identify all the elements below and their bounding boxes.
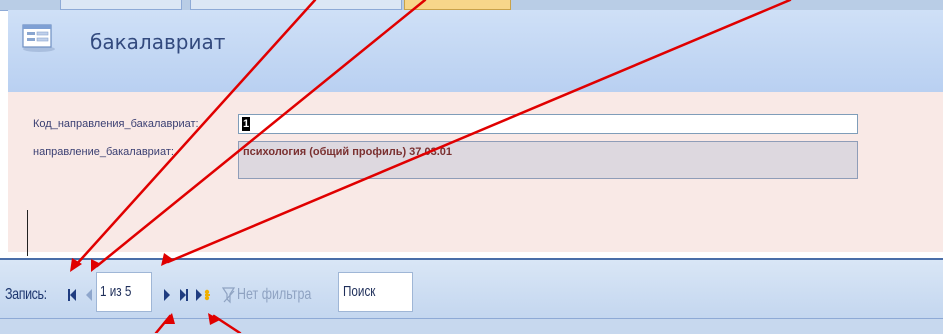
section-divider [27,210,28,256]
current-record-value: 1 из 5 [100,283,132,300]
direction-field[interactable]: психология (общий профиль) 37.03.01 [238,141,858,179]
current-record-field[interactable]: 1 из 5 [96,272,152,312]
code-field[interactable]: 1 [238,114,858,134]
form-header: бакалавриат [8,10,943,92]
direction-field-label: направление_бакалавриат: [33,146,174,158]
direction-field-value: психология (общий профиль) 37.03.01 [243,146,452,158]
form-detail-section: Код_направления_бакалавриат: 1 направлен… [8,92,943,252]
form-title: бакалавриат [90,30,226,54]
search-input[interactable]: Поиск [338,272,413,312]
form-icon [22,24,55,52]
last-record-icon[interactable] [177,284,191,306]
search-placeholder: Поиск [343,283,376,300]
previous-record-icon[interactable] [82,284,96,306]
record-label: Запись: [5,286,47,303]
document-tab-active[interactable] [404,0,511,10]
record-navigation-bar: Запись: 1 из 5 Нет фильтра Поиск [0,258,943,320]
document-tab[interactable] [190,0,402,10]
filter-icon [222,287,236,304]
new-record-icon[interactable] [194,284,212,306]
next-record-icon[interactable] [160,284,174,306]
filter-status[interactable]: Нет фильтра [237,286,311,304]
code-field-value: 1 [242,117,251,131]
first-record-icon[interactable] [65,284,79,306]
status-strip [0,318,943,334]
document-tab[interactable] [60,0,182,10]
code-field-label: Код_направления_бакалавриат: [33,118,199,130]
